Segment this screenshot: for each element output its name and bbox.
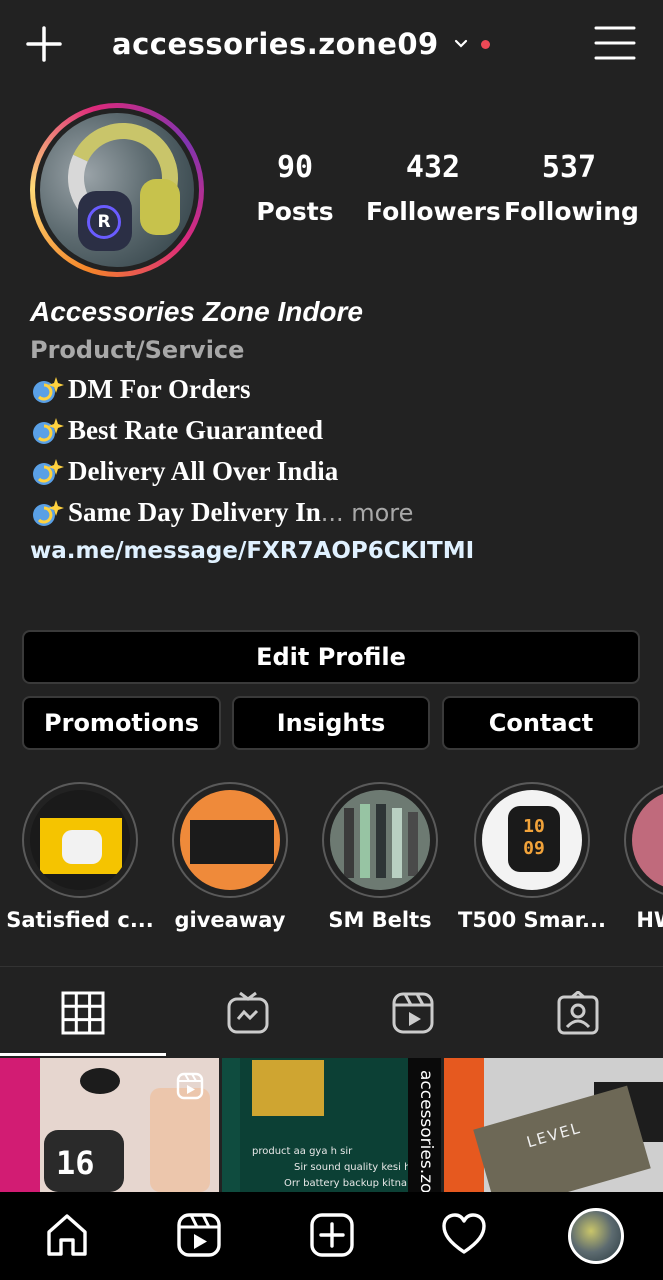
profile-tabs <box>0 966 663 1056</box>
story-highlight[interactable]: giveaway <box>172 782 288 932</box>
bio-link[interactable]: wa.me/message/FXR7AOP6CKITMI <box>30 538 650 564</box>
reels-icon[interactable] <box>391 991 435 1035</box>
new-post-plus-icon[interactable] <box>24 24 64 64</box>
brand-logo-icon: R <box>87 205 121 239</box>
igtv-icon[interactable] <box>226 991 270 1035</box>
chat-message: product aa gya h sir <box>252 1146 353 1157</box>
post-thumbnail[interactable]: product aa gya h sir Sir sound quality k… <box>222 1058 441 1192</box>
watermark-text: accessories.zone <box>416 1070 436 1192</box>
bio-text: Delivery All Over India <box>68 456 339 486</box>
create-post-icon[interactable] <box>309 1212 355 1258</box>
earbuds-case-thumbnail <box>30 790 130 890</box>
bio-text: Same Day Delivery In <box>68 497 321 527</box>
posts-count: 90 <box>276 150 314 185</box>
hw22-thumbnail <box>632 790 663 890</box>
followers-label: Followers <box>366 197 501 226</box>
highlight-label: Satisfied c... <box>6 908 154 932</box>
bio-text: DM For Orders <box>68 374 251 404</box>
dizzy-star-icon <box>33 376 64 403</box>
chevron-down-icon <box>454 39 467 48</box>
bio-text: Best Rate Guaranteed <box>68 415 323 445</box>
heart-icon[interactable] <box>441 1212 487 1258</box>
edit-profile-button[interactable]: Edit Profile <box>22 630 640 684</box>
chat-message: Sir sound quality kesi he <box>294 1162 417 1173</box>
highlight-label: T500 Smar... <box>458 908 606 932</box>
bio-line: Best Rate Guaranteed <box>30 415 650 446</box>
home-icon[interactable] <box>44 1212 90 1258</box>
display-name: Accessories Zone Indore <box>30 296 364 327</box>
menu-icon[interactable] <box>594 24 636 62</box>
reels-badge-icon <box>176 1072 204 1100</box>
contact-button[interactable]: Contact <box>442 696 640 750</box>
insights-button[interactable]: Insights <box>232 696 430 750</box>
reels-icon[interactable] <box>176 1212 222 1258</box>
dizzy-star-icon <box>33 417 64 444</box>
posts-label: Posts <box>256 197 334 226</box>
bio-line: Same Day Delivery In... more <box>30 497 650 528</box>
grid-icon[interactable] <box>61 991 105 1035</box>
tagged-icon[interactable] <box>556 990 600 1035</box>
smartwatch-belts-thumbnail <box>330 790 430 890</box>
bottom-navigation <box>0 1192 663 1280</box>
story-highlight[interactable]: HW2 <box>624 782 663 942</box>
followers-count: 432 <box>405 150 461 185</box>
highlight-label: giveaway <box>174 908 286 932</box>
category-label: Product/Service <box>30 336 245 364</box>
bio-line: DM For Orders <box>30 374 650 405</box>
profile-bio: Accessories Zone Indore Product/Service … <box>30 296 650 564</box>
following-count: 537 <box>541 150 597 185</box>
watch-time-text: 16 <box>56 1144 95 1182</box>
following-stat[interactable]: 537 Following <box>504 150 639 226</box>
promotions-button[interactable]: Promotions <box>22 696 221 750</box>
more-link[interactable]: ... more <box>321 499 414 527</box>
story-highlight[interactable]: SM Belts <box>322 782 438 932</box>
post-thumbnail[interactable]: 16 <box>0 1058 219 1192</box>
giveaway-alert-thumbnail <box>180 790 280 890</box>
dizzy-star-icon <box>33 458 64 485</box>
username: accessories.zone09 <box>112 27 439 61</box>
active-tab-indicator <box>0 1053 166 1056</box>
profile-avatar[interactable]: R <box>30 103 204 277</box>
post-thumbnail[interactable]: LEVEL <box>444 1058 663 1192</box>
t500-smartwatch-thumbnail: 10 09 <box>482 790 582 890</box>
notification-dot <box>480 39 490 49</box>
chat-message: Orr battery backup kitna he <box>284 1178 423 1189</box>
headphones-photo: R <box>40 113 194 267</box>
bio-line: Delivery All Over India <box>30 456 650 487</box>
story-highlight[interactable]: Satisfied c... <box>6 782 154 932</box>
highlight-label: SM Belts <box>328 908 432 932</box>
dizzy-star-icon <box>33 499 64 526</box>
followers-stat[interactable]: 432 Followers <box>366 150 501 226</box>
top-bar: accessories.zone09 <box>0 0 663 88</box>
posts-stat[interactable]: 90 Posts <box>250 150 340 226</box>
highlight-label: HW2 <box>636 908 663 932</box>
following-label: Following <box>504 197 639 226</box>
story-highlight[interactable]: 10 09 T500 Smar... <box>458 782 606 932</box>
profile-avatar-nav[interactable] <box>568 1208 624 1264</box>
posts-grid: 16 product aa gya h sir Sir sound qualit… <box>0 1058 663 1192</box>
account-switcher[interactable]: accessories.zone09 <box>112 20 490 68</box>
